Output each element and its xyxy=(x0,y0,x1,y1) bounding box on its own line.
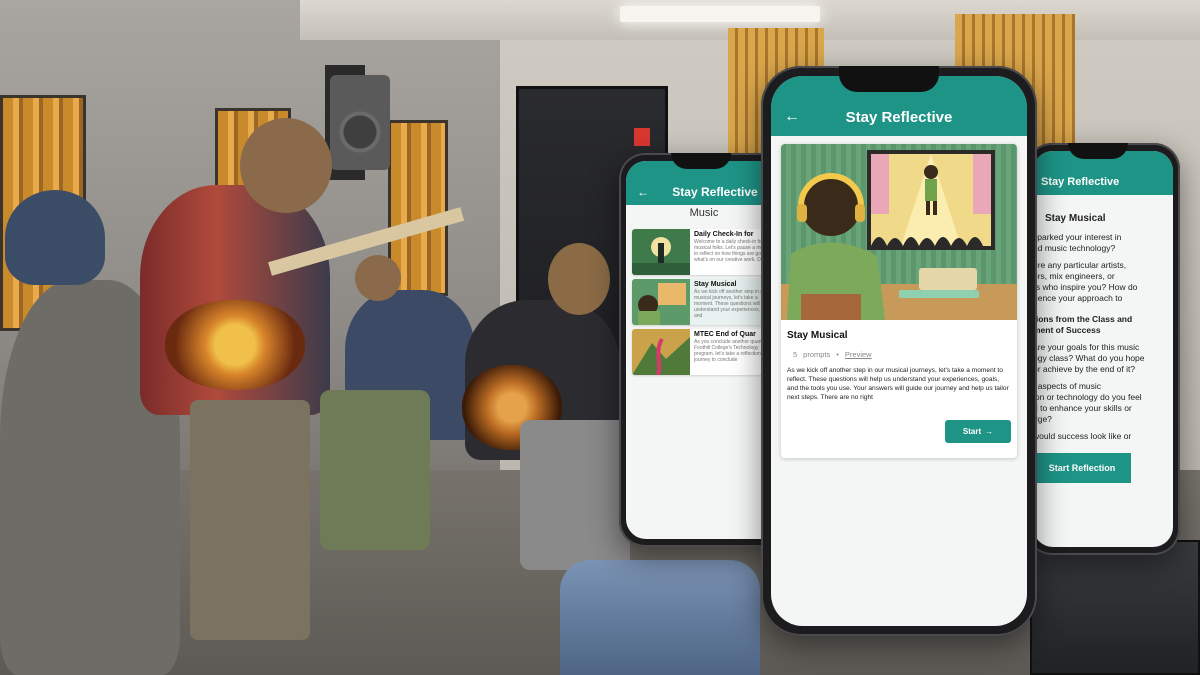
app-title: Stay Reflective xyxy=(672,185,758,199)
phone-right: Stay Reflective Stay Musical sparked you… xyxy=(1026,143,1180,555)
prompt-line: dge? xyxy=(1033,414,1052,424)
list-item[interactable]: Stay Musical As we kick off another step… xyxy=(632,279,782,325)
electric-guitar xyxy=(165,300,305,390)
exit-sign xyxy=(634,128,650,146)
section-heading: tions from the Class and xyxy=(1033,314,1133,324)
prompt-set-card: Stay Musical 5 prompts • Preview As we k… xyxy=(781,144,1017,458)
phone-right-screen: Stay Reflective Stay Musical sparked you… xyxy=(1033,151,1173,547)
phone-notch xyxy=(839,66,939,92)
guitarist-pants xyxy=(190,400,310,640)
prompt-line: sparked your interest in xyxy=(1033,232,1122,242)
section-heading: ment of Success xyxy=(1033,325,1101,335)
back-arrow-icon[interactable]: ← xyxy=(632,185,654,199)
stay-musical-illustration xyxy=(781,144,1017,320)
stay-musical-illustration xyxy=(632,279,690,325)
prompt-line: ers, mix engineers, or xyxy=(1033,271,1115,281)
meta-separator: • xyxy=(836,350,839,359)
prompt-line: ion or technology do you feel xyxy=(1033,392,1142,402)
studio-monitor-speaker xyxy=(330,75,390,170)
guitarist-head xyxy=(240,118,332,213)
prompt-line: nd music technology? xyxy=(1033,243,1116,253)
card-description: As we kick off another step in our music… xyxy=(787,367,1009,401)
app-title: Stay Reflective xyxy=(845,109,953,126)
phone-notch xyxy=(671,153,731,169)
prompt-line: would success look like or xyxy=(1033,431,1132,441)
prompt-line: or achieve by the end of it? xyxy=(1033,364,1136,374)
seated-student-head xyxy=(355,255,401,301)
guitarist-grey-pants xyxy=(520,420,630,570)
arrow-right-icon: → xyxy=(985,427,994,436)
guitarist-blond-head xyxy=(548,243,610,315)
section-title: Music xyxy=(689,207,719,219)
prompt-line: rs who inspire you? How do xyxy=(1033,282,1138,292)
start-reflection-button[interactable]: Start Reflection xyxy=(1033,453,1131,483)
phone-notch xyxy=(1068,143,1128,159)
ceiling-light xyxy=(620,6,820,22)
prompts-label: prompts xyxy=(803,350,831,359)
app-title: Stay Reflective xyxy=(1041,176,1120,188)
start-button[interactable]: Start → xyxy=(945,420,1011,443)
prompt-line: are your goals for this music xyxy=(1033,342,1140,352)
start-label: Start xyxy=(962,427,982,436)
foreground-person-jeans xyxy=(560,560,760,675)
list-item[interactable]: Daily Check-In for Welcome to a daily ch… xyxy=(632,229,782,275)
prompt-set-title: Stay Musical xyxy=(1045,213,1106,224)
mixing-console xyxy=(1030,540,1200,675)
prompt-count: 5 xyxy=(793,350,798,359)
prompt-line: t aspects of music xyxy=(1033,381,1102,391)
prompt-line: uence your approach to xyxy=(1033,293,1123,303)
card-meta: 5 prompts • Preview xyxy=(793,350,872,359)
prompt-line: ogy class? What do you hope xyxy=(1033,353,1145,363)
end-of-quarter-illustration xyxy=(632,329,690,375)
prompt-line: d to enhance your skills or xyxy=(1033,403,1132,413)
phone-center: ← Stay Reflective Stay Musical 5 prompts… xyxy=(761,66,1037,636)
prompt-line: ere any particular artists, xyxy=(1033,260,1127,270)
daily-checkin-illustration xyxy=(632,229,690,275)
list-item[interactable]: MTEC End of Quar As you conclude another… xyxy=(632,329,782,375)
preview-link[interactable]: Preview xyxy=(845,350,872,359)
back-arrow-icon[interactable]: ← xyxy=(781,108,803,126)
phone-left-screen: ← Stay Reflective Music Daily Check-In f… xyxy=(626,161,782,539)
seated-student-pants xyxy=(320,390,430,550)
card-title: Stay Musical xyxy=(787,330,848,341)
reflection-prompts: Stay Musical sparked your interest in nd… xyxy=(1033,203,1173,448)
person-cap xyxy=(5,190,105,285)
phone-center-screen: ← Stay Reflective Stay Musical 5 prompts… xyxy=(771,76,1027,626)
